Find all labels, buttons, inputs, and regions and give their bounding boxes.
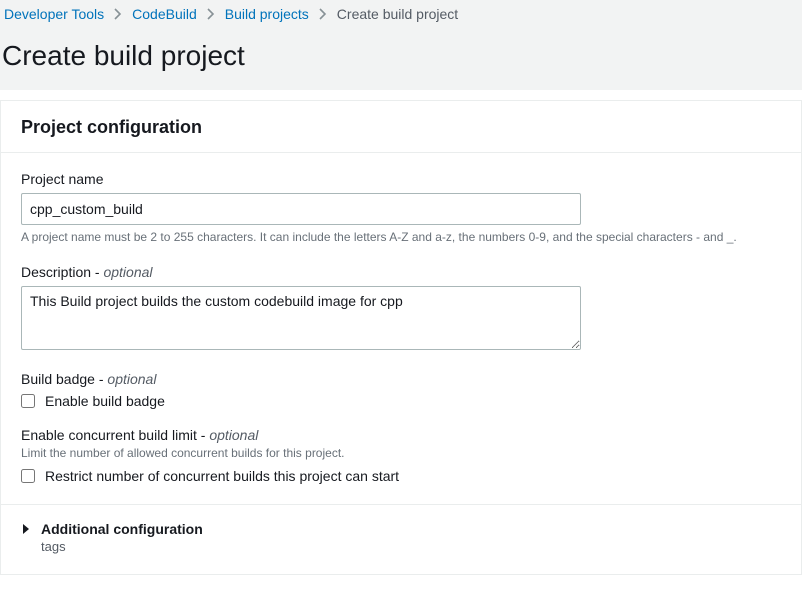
chevron-right-icon [319, 8, 327, 20]
enable-build-badge-checkbox[interactable] [21, 394, 35, 408]
panel-header: Project configuration [1, 101, 801, 153]
project-name-label: Project name [21, 171, 781, 187]
caret-right-icon [21, 524, 31, 534]
breadcrumb-codebuild[interactable]: CodeBuild [132, 6, 197, 22]
build-badge-label-prefix: Build badge - [21, 371, 107, 387]
concurrent-limit-hint: Limit the number of allowed concurrent b… [21, 445, 781, 462]
concurrent-label-prefix: Enable concurrent build limit - [21, 427, 209, 443]
optional-text: optional [103, 264, 152, 280]
project-name-hint: A project name must be 2 to 255 characte… [21, 229, 781, 246]
divider [1, 504, 801, 505]
description-label-prefix: Description - [21, 264, 103, 280]
optional-text: optional [209, 427, 258, 443]
enable-build-badge-label[interactable]: Enable build badge [45, 393, 165, 409]
additional-configuration-toggle[interactable]: Additional configuration tags [21, 519, 781, 556]
description-group: Description - optional [21, 264, 781, 353]
project-name-input[interactable] [21, 193, 581, 225]
restrict-concurrent-checkbox[interactable] [21, 469, 35, 483]
concurrent-limit-label: Enable concurrent build limit - optional [21, 427, 781, 443]
optional-text: optional [107, 371, 156, 387]
build-badge-label: Build badge - optional [21, 371, 781, 387]
project-configuration-panel: Project configuration Project name A pro… [0, 100, 802, 575]
chevron-right-icon [114, 8, 122, 20]
description-label: Description - optional [21, 264, 781, 280]
panel-title: Project configuration [21, 117, 781, 138]
concurrent-build-group: Enable concurrent build limit - optional… [21, 427, 781, 484]
breadcrumb-build-projects[interactable]: Build projects [225, 6, 309, 22]
restrict-concurrent-label[interactable]: Restrict number of concurrent builds thi… [45, 468, 399, 484]
additional-configuration-title: Additional configuration [41, 521, 203, 537]
additional-configuration-subtitle: tags [41, 539, 203, 554]
breadcrumb-developer-tools[interactable]: Developer Tools [4, 6, 104, 22]
breadcrumb-current: Create build project [337, 6, 458, 22]
page-title: Create build project [0, 28, 802, 84]
description-textarea[interactable] [21, 286, 581, 350]
project-name-group: Project name A project name must be 2 to… [21, 171, 781, 246]
build-badge-group: Build badge - optional Enable build badg… [21, 371, 781, 409]
chevron-right-icon [207, 8, 215, 20]
breadcrumb: Developer Tools CodeBuild Build projects… [0, 0, 802, 28]
